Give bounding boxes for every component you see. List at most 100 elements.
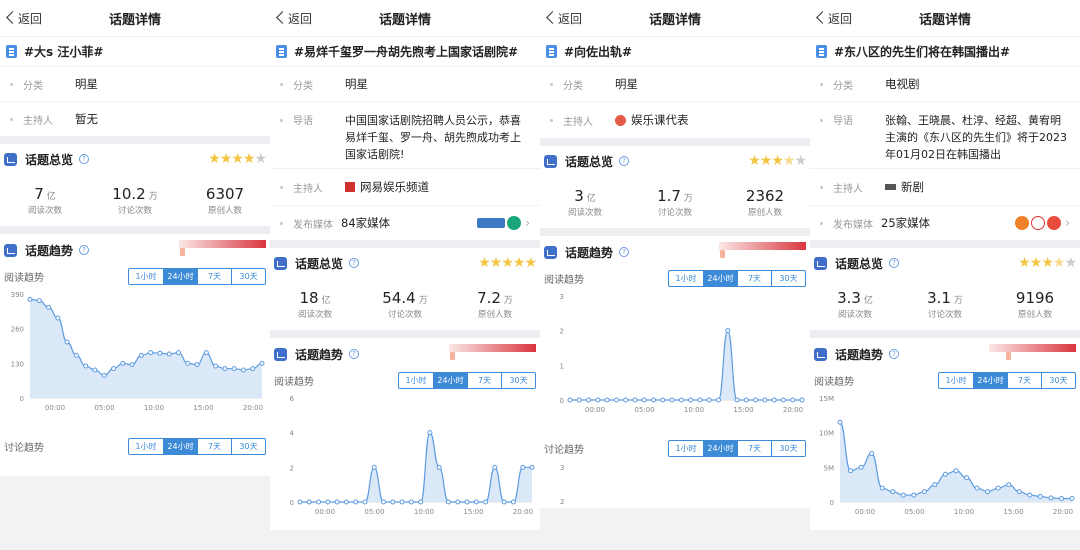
range-1h[interactable]: 1小时 [669, 271, 703, 286]
rating-stars: ★★★★★ [1018, 255, 1077, 271]
trend-point [688, 397, 694, 403]
range-24h[interactable]: 24小时 [973, 372, 1007, 388]
read-count: 3 [574, 187, 584, 205]
range-24h[interactable]: 24小时 [163, 438, 197, 454]
range-24h[interactable]: 24小时 [703, 270, 737, 286]
y-tick: 3 [560, 464, 565, 472]
read-unit: 亿 [586, 194, 596, 204]
range-7d[interactable]: 7天 [197, 438, 231, 454]
trend-point [483, 499, 489, 505]
trend-point [985, 489, 991, 495]
range-1h[interactable]: 1小时 [129, 269, 163, 284]
range-7d[interactable]: 7天 [467, 372, 501, 388]
trend-point [473, 499, 479, 505]
media-logos: › [477, 216, 530, 230]
nav-bar: 返回 话题详情 [810, 0, 1080, 36]
topic-title: #大s 汪小菲# [0, 36, 270, 66]
heat-scale-bar [179, 240, 266, 248]
y-tick: 2 [560, 498, 565, 506]
trend-point [297, 499, 303, 505]
discuss-trend-label: 讨论趋势 [544, 444, 584, 456]
topic-panel-2: 返回 话题详情 #易烊千玺罗一舟胡先煦考上国家话剧院# 分类 明星 导语 中国国… [270, 0, 540, 550]
trend-point [399, 499, 405, 505]
x-tick-label: 10:00 [954, 508, 974, 516]
x-tick-label: 05:00 [364, 508, 384, 516]
trend-point [138, 352, 144, 358]
range-selector: 1小时 24小时 7天 30天 [668, 269, 806, 287]
original-count: 2362 [745, 187, 785, 205]
trend-point [231, 366, 237, 372]
range-24h[interactable]: 24小时 [433, 372, 467, 388]
range-1h[interactable]: 1小时 [669, 441, 703, 456]
read-trend-chart: 15M 10M 5M 0 00:00 05:00 10:00 15:00 20:00 [819, 395, 1075, 516]
trend-point [148, 350, 154, 356]
trend-point [995, 485, 1001, 491]
read-trend-label: 阅读趋势 [544, 274, 584, 286]
discuss-caption: 讨论次数 [387, 310, 422, 320]
range-7d[interactable]: 7天 [1007, 372, 1041, 388]
help-icon[interactable]: ? [619, 247, 630, 257]
trend-header: 话题趋势 ? [270, 338, 540, 370]
media-row[interactable]: 发布媒体 84家媒体 › [270, 205, 540, 240]
trend-point [427, 430, 433, 436]
help-icon[interactable]: ? [79, 245, 90, 255]
original-caption: 原创人数 [477, 310, 512, 320]
help-icon[interactable]: ? [889, 258, 900, 268]
stats-row: 3.3 亿阅读次数 3.1 万讨论次数 9196 原创人数 [810, 278, 1080, 330]
help-icon[interactable]: ? [349, 349, 360, 359]
discuss-caption: 讨论次数 [927, 310, 962, 320]
range-7d[interactable]: 7天 [197, 268, 231, 284]
range-1h[interactable]: 1小时 [939, 373, 973, 388]
original-unit: 万 [503, 296, 513, 306]
host-label: 主持人 [563, 116, 593, 128]
range-30d[interactable]: 30天 [771, 270, 805, 286]
range-30d[interactable]: 30天 [771, 440, 805, 456]
read-trend-row: 阅读趋势 1小时 24小时 7天 30天 [540, 268, 810, 288]
chevron-left-icon [814, 10, 828, 26]
read-trend-chart: 390 260 130 0 00:00 05:00 10:00 15:00 20:00 [11, 291, 265, 412]
range-24h[interactable]: 24小时 [703, 440, 737, 456]
back-button[interactable]: 返回 [814, 0, 852, 36]
back-label: 返回 [18, 11, 43, 26]
back-button[interactable]: 返回 [544, 0, 582, 36]
category-value: 明星 [75, 76, 98, 91]
trend-point [1069, 496, 1075, 502]
media-row[interactable]: 发布媒体 25家媒体 › [810, 205, 1080, 240]
read-trend-row: 阅读趋势 1小时 24小时 7天 30天 [0, 266, 270, 286]
help-icon[interactable]: ? [619, 156, 630, 166]
read-trend-row: 阅读趋势 1小时 24小时 7天 30天 [270, 370, 540, 390]
back-button[interactable]: 返回 [274, 0, 312, 36]
range-30d[interactable]: 30天 [231, 268, 265, 284]
nav-bar: 返回 话题详情 [270, 0, 540, 36]
range-1h[interactable]: 1小时 [399, 373, 433, 388]
range-24h[interactable]: 24小时 [163, 268, 197, 284]
trend-point [306, 499, 312, 505]
trend-point [660, 397, 666, 403]
back-button[interactable]: 返回 [4, 0, 42, 36]
x-tick-label: 15:00 [1003, 508, 1023, 516]
trend-title: 话题趋势 [835, 347, 884, 362]
range-7d[interactable]: 7天 [737, 440, 771, 456]
x-tick-label: 15:00 [463, 508, 483, 516]
media-logo-icon [1015, 216, 1030, 230]
range-30d[interactable]: 30天 [501, 372, 535, 388]
y-tick-label: 6 [290, 395, 295, 403]
help-icon[interactable]: ? [889, 349, 900, 359]
trend-point [964, 475, 970, 481]
range-1h[interactable]: 1小时 [129, 439, 163, 454]
trend-point [900, 492, 906, 498]
trend-point [678, 397, 684, 403]
range-30d[interactable]: 30天 [231, 438, 265, 454]
original-caption: 原创人数 [1017, 310, 1052, 320]
trend-point [213, 363, 219, 369]
help-icon[interactable]: ? [79, 154, 90, 164]
category-label: 分类 [833, 80, 853, 92]
trend-point [890, 489, 896, 495]
trend-area: 阅读趋势 1小时 24小时 7天 30天 6 4 2 0 00:00 05:00 10:00 15:… [270, 370, 540, 530]
range-7d[interactable]: 7天 [737, 270, 771, 286]
help-icon[interactable]: ? [349, 258, 360, 268]
original-caption: 原创人数 [747, 208, 782, 218]
overview-title: 话题总览 [565, 154, 614, 169]
range-30d[interactable]: 30天 [1041, 372, 1075, 388]
trend-point [194, 362, 200, 368]
